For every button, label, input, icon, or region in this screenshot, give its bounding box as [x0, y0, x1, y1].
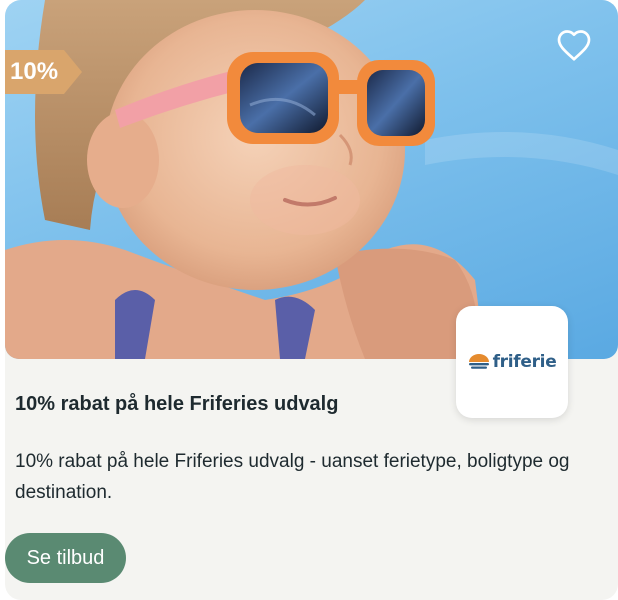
favorite-heart-icon[interactable] — [556, 28, 592, 62]
offer-title: 10% rabat på hele Friferies udvalg — [15, 393, 339, 415]
sunrise-logo-icon — [468, 354, 489, 369]
offer-card[interactable]: 10% friferie 10% rabat på hele Friferies… — [5, 0, 618, 600]
see-offer-button[interactable]: Se tilbud — [5, 533, 126, 583]
brand-logo-text: friferie — [492, 352, 557, 372]
offer-description: 10% rabat på hele Friferies udvalg - uan… — [15, 451, 570, 503]
brand-logo: friferie — [456, 306, 568, 418]
